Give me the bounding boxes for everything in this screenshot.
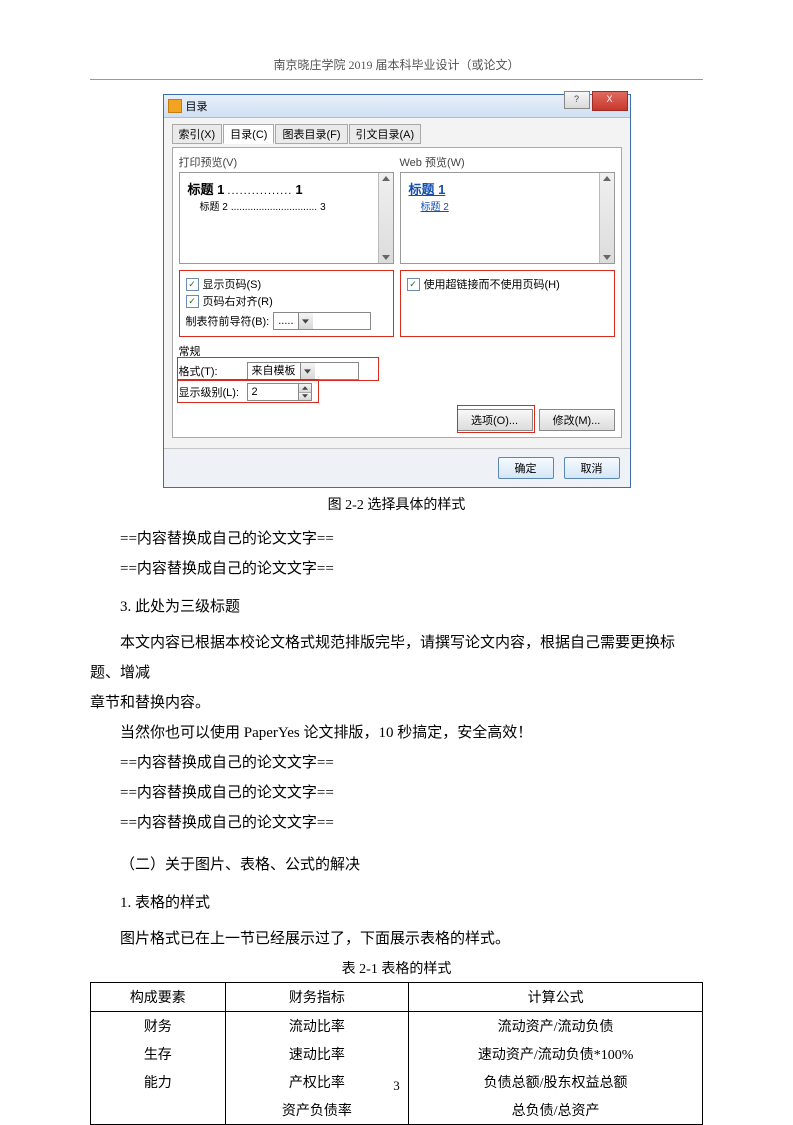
modify-button[interactable]: 修改(M)... <box>539 409 615 431</box>
leader-combo[interactable]: ..... <box>273 312 371 330</box>
heading-level-3: 1. 表格的样式 <box>90 888 703 918</box>
placeholder-line: ==内容替换成自己的论文文字== <box>90 524 703 554</box>
hyperlink-option-group: ✓ 使用超链接而不使用页码(H) <box>400 270 615 337</box>
general-label: 常规 <box>179 343 615 359</box>
show-pages-label: 显示页码(S) <box>203 276 262 292</box>
tab-toc[interactable]: 目录(C) <box>223 124 274 144</box>
dialog-title: 目录 <box>186 98 208 114</box>
chevron-down-icon[interactable] <box>298 313 313 329</box>
pv-link2[interactable]: 标题 2 <box>421 202 449 213</box>
levels-label: 显示级别(L): <box>179 384 241 400</box>
dialog-titlebar: 目录 ? X <box>164 95 630 118</box>
hyperlink-checkbox[interactable]: ✓ <box>407 278 420 291</box>
table-caption: 表 2-1 表格的样式 <box>90 958 703 978</box>
format-combo[interactable]: 来自模板 <box>247 362 359 380</box>
dialog-icon <box>168 99 182 113</box>
right-align-label: 页码右对齐(R) <box>203 293 273 309</box>
tab-citations[interactable]: 引文目录(A) <box>349 124 422 144</box>
th-col3: 计算公式 <box>409 983 703 1012</box>
print-preview-label: 打印预览(V) <box>179 154 394 170</box>
page-number: 3 <box>0 1078 793 1094</box>
right-align-checkbox[interactable]: ✓ <box>186 295 199 308</box>
leader-label: 制表符前导符(B): <box>186 313 270 329</box>
hyperlink-label: 使用超链接而不使用页码(H) <box>424 276 560 292</box>
page-number-options-group: ✓ 显示页码(S) ✓ 页码右对齐(R) 制表符前导符(B): ..... <box>179 270 394 337</box>
levels-value: 2 <box>248 384 298 400</box>
chevron-down-icon[interactable] <box>300 363 315 379</box>
table-row: 生存 速动比率 速动资产/流动负债*100% <box>91 1040 703 1068</box>
leader-value: ..... <box>274 313 297 329</box>
page-header: 南京晓庄学院 2019 届本科毕业设计（或论文） <box>90 56 703 80</box>
pv-heading2: 标题 2 <box>200 202 228 213</box>
data-table: 构成要素 财务指标 计算公式 财务 流动比率 流动资产/流动负债 生存 速动比率… <box>90 982 703 1125</box>
spin-down-icon[interactable] <box>299 393 311 401</box>
placeholder-line: ==内容替换成自己的论文文字== <box>90 808 703 838</box>
options-button[interactable]: 选项(O)... <box>457 409 533 431</box>
ok-button[interactable]: 确定 <box>498 457 554 479</box>
spin-up-icon[interactable] <box>299 384 311 393</box>
web-preview-box: 标题 1 标题 2 <box>400 172 615 264</box>
close-button[interactable]: X <box>592 91 628 111</box>
table-header-row: 构成要素 财务指标 计算公式 <box>91 983 703 1012</box>
tab-figures[interactable]: 图表目录(F) <box>275 124 347 144</box>
pv-page2: 3 <box>320 202 326 213</box>
cancel-button[interactable]: 取消 <box>564 457 620 479</box>
preview-scrollbar[interactable] <box>378 173 393 263</box>
pv-page1: 1 <box>295 182 302 197</box>
pv-dots2: ............................... <box>231 202 317 213</box>
web-preview-label: Web 预览(W) <box>400 154 615 170</box>
print-preview-box: 标题 1 ................ 1 标题 2 ...........… <box>179 172 394 264</box>
paragraph: 本文内容已根据本校论文格式规范排版完毕，请撰写论文内容，根据自己需要更换标题、增… <box>90 628 703 688</box>
th-col2: 财务指标 <box>225 983 409 1012</box>
paragraph: 当然你也可以使用 PaperYes 论文排版，10 秒搞定，安全高效！ <box>90 718 703 748</box>
levels-spinner[interactable]: 2 <box>247 383 312 401</box>
heading-level-2: （二）关于图片、表格、公式的解决 <box>90 850 703 880</box>
table-row: 财务 流动比率 流动资产/流动负债 <box>91 1012 703 1041</box>
pv-heading1: 标题 1 <box>188 182 225 197</box>
format-value: 来自模板 <box>248 363 300 379</box>
tab-index[interactable]: 索引(X) <box>172 124 223 144</box>
placeholder-line: ==内容替换成自己的论文文字== <box>90 554 703 584</box>
paragraph-cont: 章节和替换内容。 <box>90 688 703 718</box>
pv-dots1: ................ <box>227 185 292 197</box>
toc-dialog: 目录 ? X 索引(X) 目录(C) 图表目录(F) 引文目录(A) 打印预览(… <box>163 94 631 488</box>
placeholder-line: ==内容替换成自己的论文文字== <box>90 748 703 778</box>
table-row: 资产负债率 总负债/总资产 <box>91 1096 703 1125</box>
placeholder-line: ==内容替换成自己的论文文字== <box>90 778 703 808</box>
show-pages-checkbox[interactable]: ✓ <box>186 278 199 291</box>
th-col1: 构成要素 <box>91 983 226 1012</box>
preview-scrollbar-2[interactable] <box>599 173 614 263</box>
help-button[interactable]: ? <box>564 91 590 109</box>
format-label: 格式(T): <box>179 363 241 379</box>
heading-level-3: 3. 此处为三级标题 <box>90 592 703 622</box>
paragraph: 图片格式已在上一节已经展示过了，下面展示表格的样式。 <box>90 924 703 954</box>
dialog-tabs: 索引(X) 目录(C) 图表目录(F) 引文目录(A) <box>172 124 622 144</box>
figure-caption: 图 2-2 选择具体的样式 <box>90 494 703 514</box>
pv-link1[interactable]: 标题 1 <box>409 182 446 197</box>
